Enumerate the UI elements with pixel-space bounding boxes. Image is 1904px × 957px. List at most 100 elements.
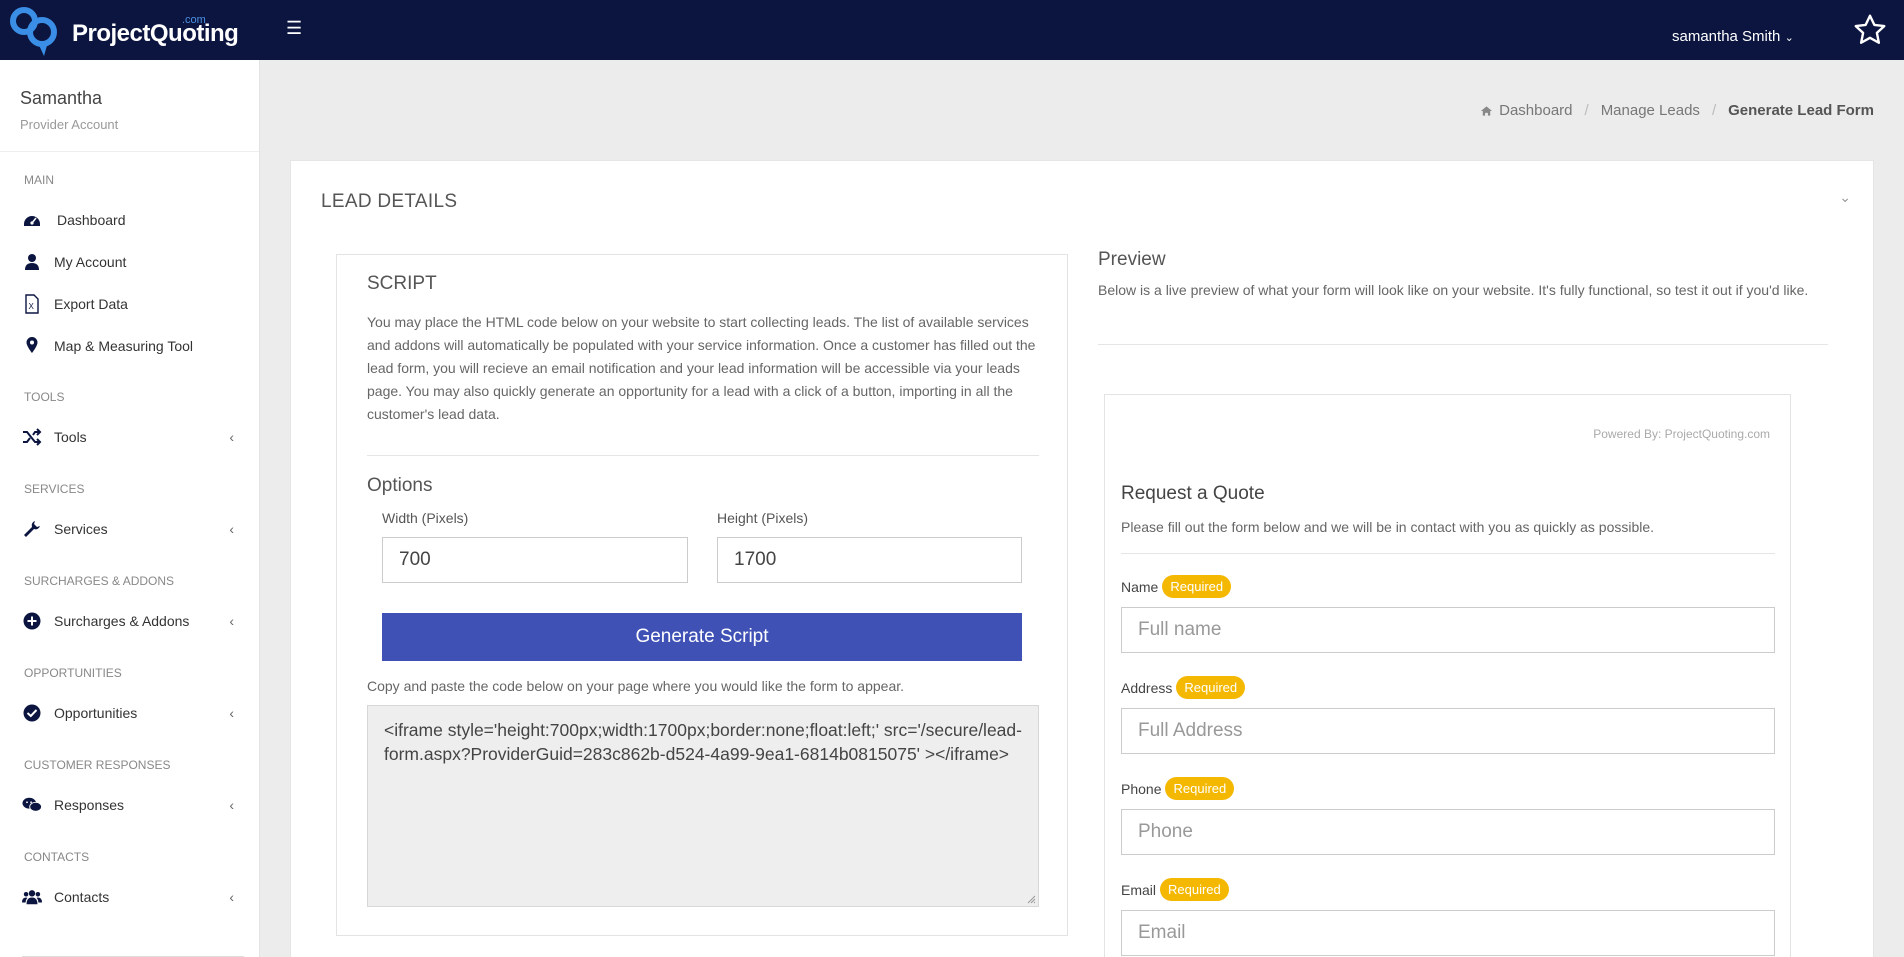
breadcrumb-separator: /: [1584, 102, 1589, 119]
chevron-left-icon: ‹: [229, 705, 234, 721]
phone-field-label: Phone Required: [1121, 777, 1235, 800]
request-quote-title: Request a Quote: [1121, 483, 1265, 504]
sidebar-item-opportunities[interactable]: Opportunities ‹: [0, 695, 258, 731]
preview-title: Preview: [1098, 249, 1166, 270]
phone-input[interactable]: Phone: [1121, 809, 1775, 855]
script-code-text: <iframe style='height:700px;width:1700px…: [384, 720, 1022, 764]
address-field-label: Address Required: [1121, 676, 1246, 699]
email-field-label: Email Required: [1121, 878, 1229, 901]
field-label-text: Email: [1121, 881, 1157, 898]
shuffle-icon: [23, 428, 42, 446]
card-title: LEAD DETAILS: [321, 191, 458, 212]
breadcrumb-separator: /: [1711, 102, 1717, 119]
sidebar-item-export-data[interactable]: X Export Data: [0, 286, 258, 322]
divider: [367, 455, 1039, 456]
profile-name: Samantha: [20, 88, 103, 108]
breadcrumb-dashboard-link[interactable]: Dashboard: [1499, 102, 1572, 119]
nav-heading-surcharges: SURCHARGES & ADDONS: [24, 574, 175, 588]
sidebar-item-services[interactable]: Services ‹: [0, 511, 258, 547]
script-panel: SCRIPT You may place the HTML code below…: [336, 254, 1068, 936]
nav-heading-opportunities: OPPORTUNITIES: [24, 666, 122, 680]
chevron-left-icon: ‹: [229, 613, 234, 629]
brand-suffix: .com: [182, 14, 206, 26]
sidebar-item-label: Export Data: [54, 296, 128, 312]
script-code-textarea[interactable]: <iframe style='height:700px;width:1700px…: [367, 705, 1039, 907]
sidebar-item-label: Responses: [54, 797, 125, 813]
sidebar-item-label: Dashboard: [57, 212, 126, 228]
sidebar-item-contacts[interactable]: Contacts ‹: [0, 879, 258, 915]
chevron-down-icon: ⌄: [1784, 32, 1794, 44]
check-circle-icon: [23, 704, 41, 722]
name-field-label: Name Required: [1121, 575, 1232, 598]
nav-heading-customer-responses: CUSTOMER RESPONSES: [24, 758, 171, 772]
favorite-star-icon[interactable]: [1852, 12, 1888, 48]
sidebar-item-label: Surcharges & Addons: [54, 613, 190, 629]
required-badge: Required: [1176, 676, 1246, 699]
top-navbar: ProjectQuoting .com ☰ samantha Smith ⌄: [0, 0, 1904, 60]
sidebar-item-label: Services: [54, 521, 108, 537]
field-label-text: Phone: [1121, 780, 1162, 797]
powered-by-text: Powered By: ProjectQuoting.com: [1593, 427, 1770, 441]
resize-grip-icon[interactable]: [1026, 894, 1036, 904]
divider: [1121, 553, 1775, 554]
user-name: samantha Smith: [1672, 28, 1781, 45]
excel-file-icon: X: [25, 294, 39, 314]
nav-heading-contacts: CONTACTS: [24, 850, 90, 864]
svg-text:X: X: [29, 302, 35, 311]
breadcrumb-current: Generate Lead Form: [1728, 102, 1874, 119]
generate-script-button[interactable]: Generate Script: [382, 613, 1022, 661]
chat-icon: [22, 797, 42, 812]
height-label: Height (Pixels): [717, 510, 809, 526]
field-label-text: Address: [1121, 679, 1173, 696]
name-input[interactable]: Full name: [1121, 607, 1775, 653]
request-quote-description: Please fill out the form below and we wi…: [1121, 519, 1655, 535]
width-input[interactable]: 700: [382, 537, 688, 583]
required-badge: Required: [1160, 878, 1229, 901]
wrench-icon: [24, 521, 40, 537]
breadcrumb-manage-leads-link[interactable]: Manage Leads: [1601, 102, 1700, 119]
chevron-left-icon: ‹: [229, 889, 234, 905]
sidebar-item-label: My Account: [54, 254, 127, 270]
sidebar-item-label: Contacts: [54, 889, 110, 905]
sidebar-item-surcharges[interactable]: Surcharges & Addons ‹: [0, 603, 258, 639]
brand-logo[interactable]: ProjectQuoting .com: [10, 6, 239, 56]
chevron-left-icon: ‹: [229, 429, 234, 445]
user-icon: [25, 254, 39, 270]
sidebar-item-label: Tools: [54, 429, 87, 445]
field-label-text: Name: [1121, 578, 1159, 595]
script-description: You may place the HTML code below on you…: [367, 314, 1036, 422]
preview-description: Below is a live preview of what your for…: [1098, 282, 1809, 298]
lead-details-card: LEAD DETAILS ⌄ SCRIPT You may place the …: [290, 160, 1874, 957]
sidebar-item-label: Map & Measuring Tool: [54, 338, 194, 354]
sidebar-item-map-tool[interactable]: Map & Measuring Tool: [0, 328, 258, 364]
address-input[interactable]: Full Address: [1121, 708, 1775, 754]
email-input[interactable]: Email: [1121, 910, 1775, 956]
divider: [1098, 344, 1828, 345]
nav-heading-tools: TOOLS: [24, 390, 65, 404]
collapse-chevron-icon[interactable]: ⌄: [1839, 189, 1851, 206]
sidebar-item-my-account[interactable]: My Account: [0, 244, 258, 280]
preview-frame: Powered By: ProjectQuoting.com Request a…: [1104, 394, 1791, 957]
home-icon: [1481, 105, 1493, 116]
user-menu[interactable]: samantha Smith ⌄: [1672, 28, 1794, 45]
menu-toggle-icon[interactable]: ☰: [286, 18, 302, 39]
brand-name: ProjectQuoting: [72, 20, 239, 47]
sidebar-item-tools[interactable]: Tools ‹: [0, 419, 258, 455]
script-title: SCRIPT: [367, 273, 437, 294]
chevron-left-icon: ‹: [229, 521, 234, 537]
width-label: Width (Pixels): [382, 510, 469, 526]
breadcrumb: Dashboard / Manage Leads / Generate Lead…: [1480, 102, 1874, 119]
nav-heading-services: SERVICES: [24, 482, 85, 496]
map-marker-icon: [26, 337, 38, 353]
sidebar-item-dashboard[interactable]: Dashboard: [0, 202, 258, 238]
nav-heading-main: MAIN: [24, 173, 54, 187]
chevron-left-icon: ‹: [229, 797, 234, 813]
height-input[interactable]: 1700: [717, 537, 1022, 583]
sidebar: Samantha Provider Account MAIN Dashboard…: [0, 60, 260, 957]
dashboard-icon: [24, 216, 40, 226]
sidebar-item-responses[interactable]: Responses ‹: [0, 787, 258, 823]
profile-block: Samantha Provider Account: [0, 60, 259, 152]
required-badge: Required: [1165, 777, 1235, 800]
required-badge: Required: [1162, 575, 1232, 598]
plus-circle-icon: [23, 612, 41, 630]
